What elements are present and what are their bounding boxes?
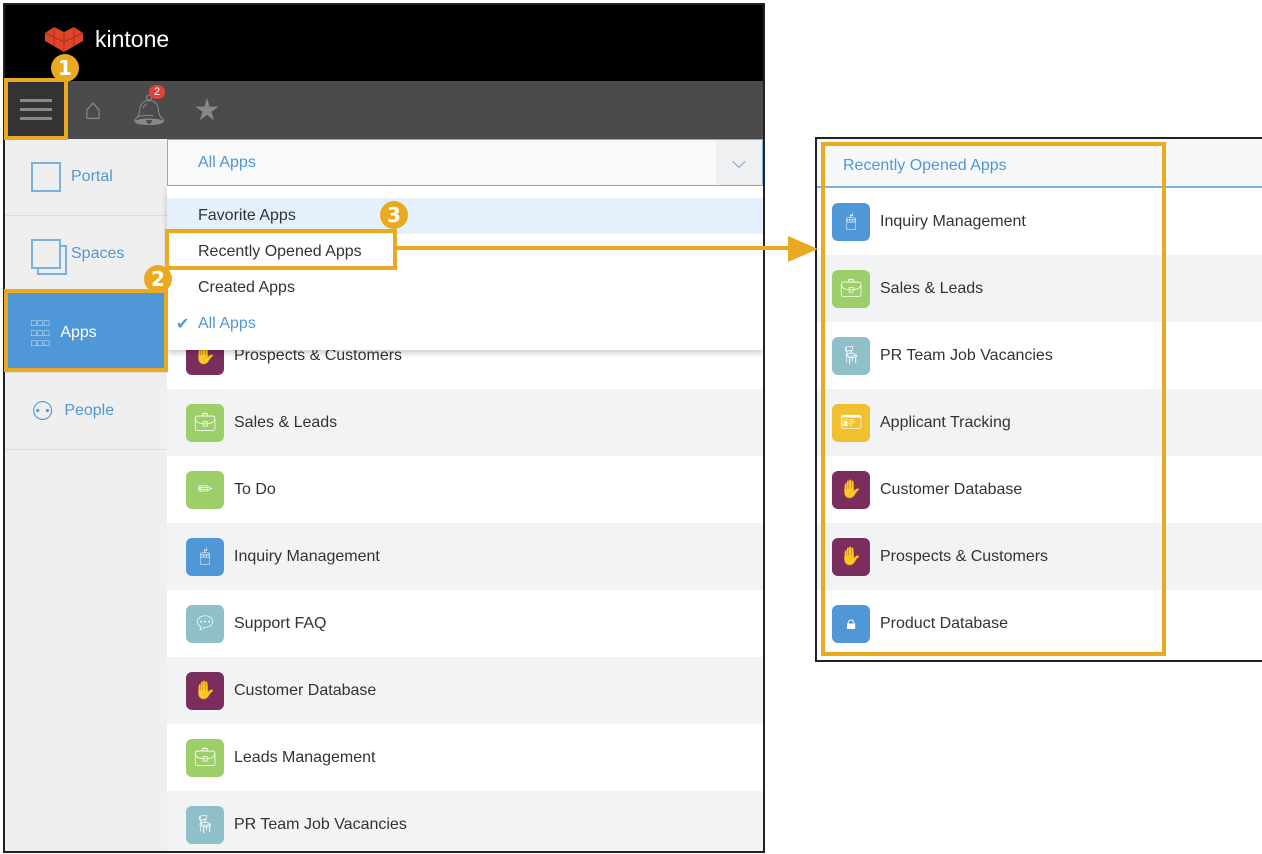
pencil-icon: ✏ (186, 470, 224, 509)
sidebar: Portal Spaces □□□ □□□ □□□ Apps ⚇ People (5, 139, 167, 851)
sidebar-item-portal[interactable]: Portal (5, 139, 167, 216)
app-name: Support FAQ (234, 614, 327, 632)
sidebar-item-label: Portal (71, 168, 113, 185)
annotation-box-recent (821, 142, 1166, 656)
annotation-box-1 (4, 78, 68, 140)
option-label: All Apps (198, 315, 256, 332)
annotation-arrow (395, 236, 818, 262)
notification-badge: 2 (149, 85, 166, 99)
app-list-item[interactable]: 💬︎ Support FAQ (167, 590, 763, 657)
app-name: To Do (234, 480, 276, 498)
app-list-item[interactable]: 🖱︎ Inquiry Management (167, 523, 763, 590)
app-name: Customer Database (234, 681, 377, 699)
spaces-icon (31, 239, 61, 269)
app-name: Leads Management (234, 748, 376, 766)
annotation-number-1: 1 (51, 54, 79, 82)
annotation-box-3 (165, 229, 397, 270)
briefcase-icon: 💼︎ (186, 403, 224, 442)
kintone-window: kintone ⌂ 🔔︎ 2 ★ Portal Spaces □□□ □□□ □□□ A… (3, 3, 765, 853)
app-name: Sales & Leads (234, 413, 338, 431)
home-icon: ⌂ (83, 93, 103, 126)
app-name: Inquiry Management (234, 547, 380, 565)
brand-name: kintone (95, 25, 170, 52)
app-list-item[interactable]: ✏ To Do (167, 456, 763, 523)
kintone-logo: kintone (43, 25, 169, 53)
option-created-apps[interactable]: Created Apps (167, 270, 763, 306)
toolbar: ⌂ 🔔︎ 2 ★ (5, 81, 763, 139)
office-chair-icon: 🪑︎ (186, 805, 224, 844)
chevron-down-icon: ⌵ (716, 140, 762, 185)
app-list-item[interactable]: ✋ Customer Database (167, 657, 763, 724)
briefcase-icon: 💼︎ (186, 738, 224, 777)
checkmark-icon: ✔ (176, 316, 190, 333)
hand-icon: ✋ (186, 671, 224, 710)
mouse-icon: 🖱︎ (186, 537, 224, 576)
sidebar-item-label: Spaces (71, 245, 125, 262)
option-all-apps[interactable]: ✔ All Apps (167, 306, 763, 342)
top-header: kintone (5, 5, 763, 81)
app-name: PR Team Job Vacancies (234, 815, 407, 833)
app-list-item[interactable]: 🪑︎ PR Team Job Vacancies (167, 791, 763, 851)
person-icon: ⚇ (31, 395, 55, 426)
star-icon: ★ (193, 93, 221, 127)
bell-icon: 🔔︎ (129, 93, 169, 127)
annotation-number-3: 3 (380, 201, 408, 229)
speech-bubble-icon: 💬︎ (186, 604, 224, 643)
sidebar-item-spaces[interactable]: Spaces (5, 216, 167, 293)
home-button[interactable]: ⌂ (73, 81, 113, 139)
sidebar-item-label: People (64, 402, 115, 419)
portal-icon (31, 162, 61, 192)
app-list-item[interactable]: 💼︎ Leads Management (167, 724, 763, 791)
app-list-item[interactable]: 💼︎ Sales & Leads (167, 389, 763, 456)
notifications-button[interactable]: 🔔︎ 2 (129, 81, 169, 139)
select-value: All Apps (198, 154, 256, 171)
favorites-button[interactable]: ★ (187, 81, 227, 139)
annotation-box-2 (4, 289, 168, 372)
app-filter-select[interactable]: All Apps ⌵ (167, 139, 763, 186)
annotation-number-2: 2 (144, 265, 172, 293)
logo-icon (44, 27, 84, 52)
sidebar-item-people[interactable]: ⚇ People (5, 373, 167, 450)
